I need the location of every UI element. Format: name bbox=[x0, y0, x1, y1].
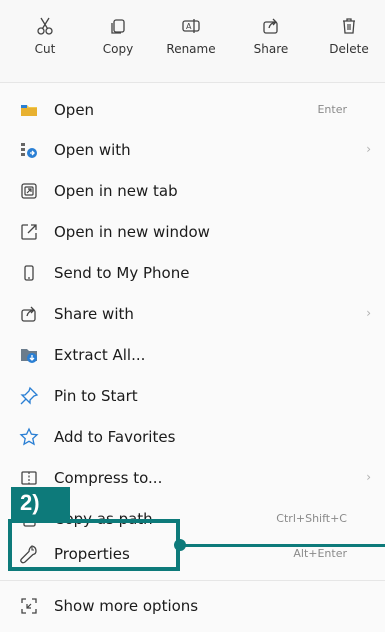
menu-item-open-new-tab[interactable]: Open in new tab bbox=[0, 171, 385, 212]
menu-item-open[interactable]: Open Enter bbox=[0, 90, 385, 131]
delete-button[interactable]: Delete bbox=[316, 8, 382, 72]
annotation-step-tag: 2) bbox=[11, 487, 70, 519]
menu-label: Show more options bbox=[54, 597, 199, 615]
new-tab-icon bbox=[21, 183, 37, 199]
menu-label: Open in new window bbox=[54, 223, 210, 241]
chevron-right-icon: › bbox=[366, 470, 371, 484]
annotation-connector-line bbox=[180, 544, 385, 547]
menu-item-show-more-options[interactable]: Show more options bbox=[0, 586, 385, 627]
star-icon bbox=[19, 427, 39, 446]
menu-item-open-new-window[interactable]: Open in new window bbox=[0, 212, 385, 253]
menu-label: Share with bbox=[54, 305, 134, 323]
toolbar-divider bbox=[0, 82, 385, 83]
menu-item-open-with[interactable]: Open with › bbox=[0, 130, 385, 171]
pin-icon bbox=[20, 386, 39, 405]
chevron-right-icon: › bbox=[366, 306, 371, 320]
menu-label: Open in new tab bbox=[54, 182, 178, 200]
scissors-icon bbox=[37, 17, 53, 35]
context-toolbar: Cut Copy A Rename Share Delete bbox=[0, 0, 385, 82]
menu-label: Compress to... bbox=[54, 469, 163, 487]
menu-item-extract-all[interactable]: Extract All... bbox=[0, 335, 385, 376]
rename-label: Rename bbox=[166, 42, 216, 56]
trash-icon bbox=[343, 18, 355, 34]
open-with-icon bbox=[21, 143, 37, 158]
copy-button[interactable]: Copy bbox=[85, 8, 151, 72]
cut-button[interactable]: Cut bbox=[12, 8, 78, 72]
menu-label: Extract All... bbox=[54, 346, 146, 364]
chevron-right-icon: › bbox=[366, 142, 371, 156]
menu-item-send-to-phone[interactable]: Send to My Phone bbox=[0, 253, 385, 294]
delete-label: Delete bbox=[329, 42, 369, 56]
menu-item-share-with[interactable]: Share with › bbox=[0, 294, 385, 335]
menu-label: Add to Favorites bbox=[54, 428, 176, 446]
more-options-icon bbox=[21, 598, 37, 614]
shortcut-text: Alt+Enter bbox=[293, 547, 347, 560]
compress-icon bbox=[21, 471, 37, 485]
folder-icon bbox=[21, 105, 37, 116]
annotation-connector-dot bbox=[174, 539, 186, 551]
new-window-icon bbox=[21, 224, 37, 240]
share-label: Share bbox=[253, 42, 289, 56]
share-icon bbox=[21, 306, 36, 322]
share-icon bbox=[263, 18, 278, 34]
shortcut-text: Enter bbox=[317, 103, 347, 116]
extract-icon bbox=[21, 349, 37, 363]
cut-label: Cut bbox=[34, 42, 56, 56]
copy-icon bbox=[111, 19, 125, 34]
annotation-highlight-box bbox=[8, 519, 180, 571]
menu-divider bbox=[0, 580, 385, 581]
svg-text:A: A bbox=[186, 22, 192, 31]
shortcut-text: Ctrl+Shift+C bbox=[276, 512, 347, 525]
phone-icon bbox=[24, 265, 34, 281]
menu-label: Open bbox=[54, 101, 95, 119]
copy-label: Copy bbox=[102, 42, 134, 56]
menu-item-add-to-favorites[interactable]: Add to Favorites bbox=[0, 417, 385, 458]
share-button[interactable]: Share bbox=[238, 8, 304, 72]
rename-button[interactable]: A Rename bbox=[158, 8, 224, 72]
menu-label: Open with bbox=[54, 141, 131, 159]
menu-label: Send to My Phone bbox=[54, 264, 190, 282]
menu-label: Pin to Start bbox=[54, 387, 138, 405]
menu-item-pin-to-start[interactable]: Pin to Start bbox=[0, 376, 385, 417]
rename-icon: A bbox=[182, 19, 200, 33]
